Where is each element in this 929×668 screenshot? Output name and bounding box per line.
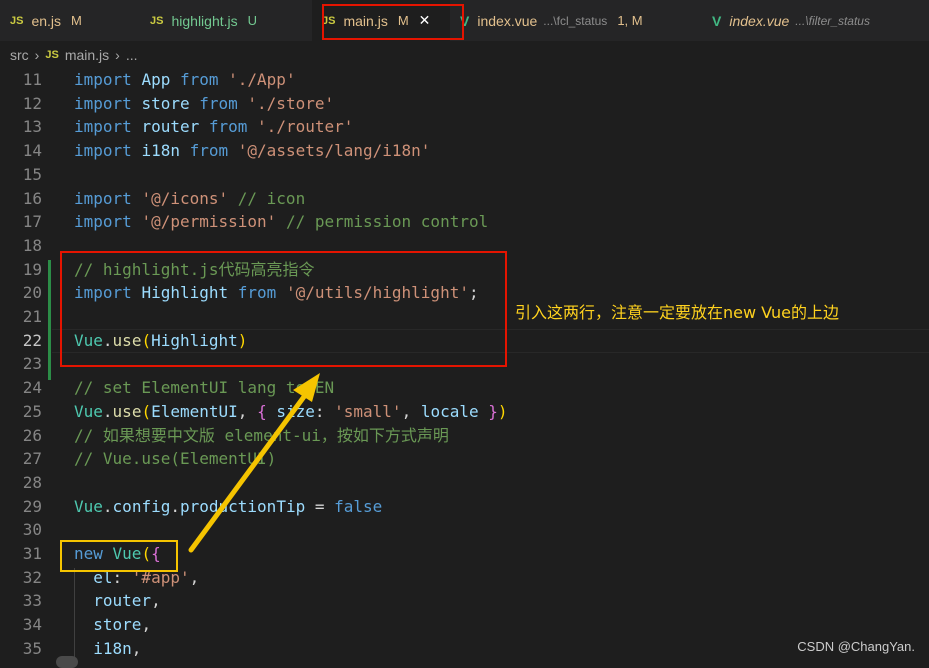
arrow-shaft bbox=[188, 391, 309, 553]
watermark: CSDN @ChangYan. bbox=[797, 639, 915, 654]
annotation-text: 引入这两行，注意一定要放在new Vue的上边 bbox=[515, 303, 840, 322]
horizontal-scrollbar[interactable] bbox=[56, 656, 78, 668]
arrow-annotation bbox=[188, 373, 320, 553]
arrow-head bbox=[293, 373, 320, 402]
